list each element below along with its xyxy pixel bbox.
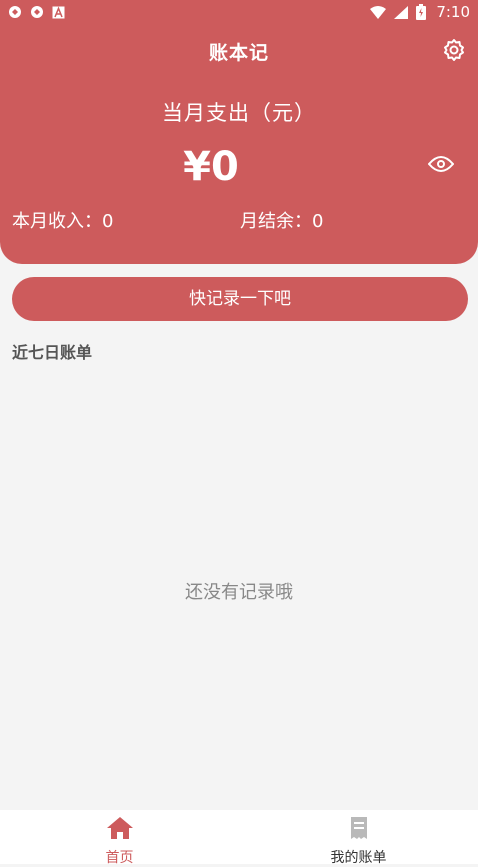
status-right-icons: 7:10: [370, 3, 470, 21]
monthly-expense-amount: ¥0: [183, 144, 239, 190]
sync-app-icon: [8, 5, 22, 19]
status-left-icons: [8, 5, 65, 19]
eye-icon: [427, 155, 455, 177]
empty-state-text: 还没有记录哦: [185, 582, 293, 603]
status-time: 7:10: [436, 3, 470, 21]
wifi-icon: [370, 5, 387, 19]
header-panel: 7:10 账本记 当月支出（元） ¥0 本月收入：0 月结余：0: [0, 0, 478, 264]
tab-home-label: 首页: [105, 850, 134, 866]
a-app-icon: [52, 6, 65, 19]
quick-record-button[interactable]: 快记录一下吧: [12, 277, 468, 321]
status-bar: 7:10: [0, 0, 478, 24]
sync-app-icon: [30, 5, 44, 19]
gear-icon: [442, 38, 466, 66]
monthly-expense-label: 当月支出（元）: [162, 101, 316, 125]
monthly-income: 本月收入：0: [12, 211, 114, 232]
tab-my-bills[interactable]: 我的账单: [239, 810, 478, 866]
home-icon: [106, 816, 134, 844]
battery-icon: [416, 4, 427, 20]
recent-bills-title: 近七日账单: [12, 343, 93, 362]
settings-button[interactable]: [440, 38, 468, 66]
toggle-visibility-button[interactable]: [426, 152, 456, 180]
monthly-balance: 月结余：0: [240, 211, 324, 232]
bill-icon: [349, 816, 369, 844]
signal-icon: [394, 5, 409, 19]
tab-my-bills-label: 我的账单: [330, 850, 387, 866]
app-title: 账本记: [208, 42, 269, 64]
bottom-tab-bar: 首页 我的账单: [0, 810, 478, 866]
tab-home[interactable]: 首页: [0, 810, 239, 866]
